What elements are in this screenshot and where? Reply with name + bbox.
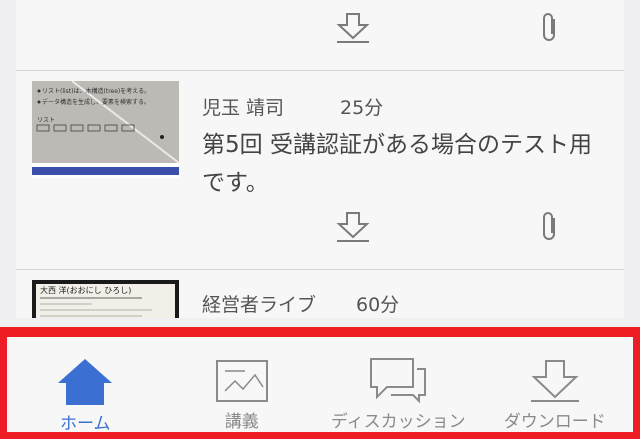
home-icon [56, 357, 114, 405]
thumbnail-text: データ構造を生成し、要素を検索する。 [42, 98, 150, 106]
download-icon[interactable] [333, 207, 373, 247]
lecture-thumbnail: 大西 洋(おおにし ひろし) [32, 280, 179, 318]
thumbnail-text: 大西 洋(おおにし ひろし) [40, 285, 131, 295]
tab-label: ディスカッション [330, 412, 466, 432]
lecture-list: リスト(list)は、木構造(tree)を考える。 データ構造を生成し、要素を検… [0, 0, 640, 318]
lecture-card-partial [16, 0, 624, 70]
lecture-title: 第5回 受講認証がある場合のテスト用です。 [202, 132, 592, 196]
tab-label: ダウンロード [503, 412, 606, 432]
attachment-icon[interactable] [530, 207, 570, 247]
instructor-name: 児玉 靖司 [202, 97, 285, 119]
tab-home[interactable]: ホーム [7, 337, 164, 434]
instructor-name: 経営者ライブ [202, 294, 317, 316]
download-icon[interactable] [333, 8, 373, 48]
lecture-duration: 25分 [340, 97, 384, 119]
tab-bar-highlight: ホーム 講義 ディスカッション ダウンロード [0, 327, 640, 439]
tab-download[interactable]: ダウンロード [477, 337, 634, 432]
thumbnail-text: リスト(list)は、木構造(tree)を考える。 [42, 87, 150, 95]
discussion-icon [369, 357, 427, 403]
tab-label: 講義 [224, 412, 259, 432]
tab-lecture[interactable]: 講義 [164, 337, 321, 432]
thumbnail-text: リスト [37, 117, 55, 124]
attachment-icon[interactable] [530, 8, 570, 48]
lecture-card[interactable]: リスト(list)は、木構造(tree)を考える。 データ構造を生成し、要素を検… [16, 71, 624, 269]
tab-bar: ホーム 講義 ディスカッション ダウンロード [7, 337, 634, 434]
tab-label: ホーム [60, 414, 111, 434]
lecture-thumbnail: リスト(list)は、木構造(tree)を考える。 データ構造を生成し、要素を検… [32, 81, 179, 178]
lecture-card[interactable]: 大西 洋(おおにし ひろし) 経営者ライブ 60分 [16, 270, 624, 318]
lecture-duration: 60分 [356, 294, 400, 316]
tab-discussion[interactable]: ディスカッション [320, 337, 477, 432]
download-icon [529, 357, 581, 403]
lecture-icon [215, 357, 269, 403]
